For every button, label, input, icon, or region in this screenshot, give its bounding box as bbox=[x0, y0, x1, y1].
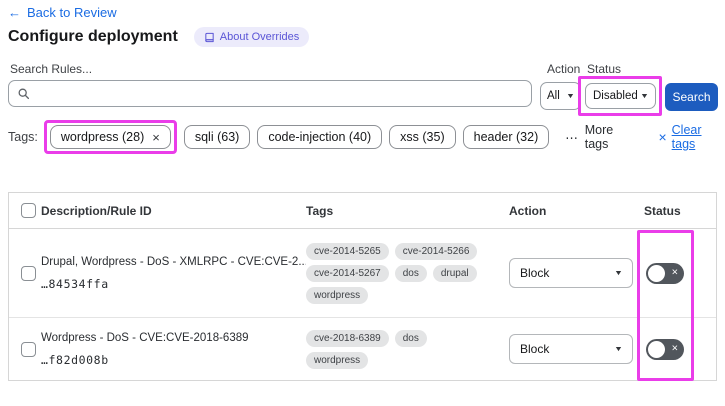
action-dropdown[interactable]: Block ▼ bbox=[509, 258, 633, 288]
tag-filter-sqli[interactable]: sqli (63) bbox=[183, 125, 251, 149]
toggle-knob bbox=[648, 264, 665, 282]
rule-tag: wordpress bbox=[306, 351, 369, 369]
rule-tags-cell: cve-2014-5265 cve-2014-5266 cve-2014-526… bbox=[306, 242, 509, 304]
rule-action-cell: Block ▼ bbox=[509, 334, 644, 364]
tags-filter-bar: Tags: wordpress (28) × sqli (63) code-in… bbox=[8, 120, 725, 154]
table-row: Drupal, Wordpress - DoS - XMLRPC - CVE:C… bbox=[9, 229, 716, 317]
rule-action-cell: Block ▼ bbox=[509, 258, 644, 288]
rule-tags-cell: cve-2018-6389 dos wordpress bbox=[306, 329, 509, 369]
row-checkbox[interactable] bbox=[21, 341, 36, 357]
search-icon bbox=[17, 87, 30, 100]
page-title: Configure deployment bbox=[8, 28, 178, 45]
tag-filter-wordpress[interactable]: wordpress (28) × bbox=[49, 125, 171, 149]
select-all-checkbox[interactable] bbox=[21, 203, 36, 218]
chevron-down-icon: ▼ bbox=[640, 92, 650, 100]
back-link[interactable]: ← Back to Review bbox=[8, 5, 117, 20]
search-button[interactable]: Search bbox=[665, 83, 718, 111]
row-checkbox[interactable] bbox=[21, 265, 36, 281]
about-overrides-label: About Overrides bbox=[219, 31, 300, 43]
about-overrides-badge[interactable]: About Overrides bbox=[193, 27, 310, 47]
rule-description-cell: Drupal, Wordpress - DoS - XMLRPC - CVE:C… bbox=[41, 256, 306, 291]
toggle-off-icon: × bbox=[671, 266, 678, 279]
rule-status-cell: × bbox=[644, 262, 716, 284]
status-filter-dropdown[interactable]: Disabled ▼ bbox=[585, 83, 656, 109]
table-row: Wordpress - DoS - CVE:CVE-2018-6389 …f82… bbox=[9, 317, 716, 380]
more-tags-button[interactable]: ⋯ More tags bbox=[565, 123, 636, 151]
rule-tag: drupal bbox=[432, 264, 477, 282]
tag-filter-xss[interactable]: xss (35) bbox=[389, 125, 456, 149]
chevron-down-icon: ▼ bbox=[614, 269, 624, 277]
rule-tag: cve-2014-5267 bbox=[306, 264, 389, 282]
rule-id: …f82d008b bbox=[41, 352, 109, 367]
tag-filter-header[interactable]: header (32) bbox=[462, 125, 550, 149]
column-header-tags: Tags bbox=[306, 203, 334, 218]
ellipsis-icon: ⋯ bbox=[565, 130, 578, 145]
back-arrow-icon: ← bbox=[8, 5, 21, 20]
rule-tag: cve-2014-5266 bbox=[394, 242, 478, 260]
status-filter-value: Disabled bbox=[593, 90, 638, 102]
rule-description: Wordpress - DoS - CVE:CVE-2018-6389 bbox=[41, 331, 249, 344]
book-icon bbox=[204, 32, 215, 43]
status-toggle-off[interactable]: × bbox=[646, 262, 684, 284]
configure-deployment-page: ← Back to Review Configure deployment Ab… bbox=[0, 0, 725, 406]
status-toggle-off[interactable]: × bbox=[646, 338, 684, 360]
title-row: Configure deployment About Overrides bbox=[8, 27, 310, 47]
rule-tag: cve-2014-5265 bbox=[306, 242, 389, 260]
action-filter-value: All bbox=[547, 90, 560, 102]
tag-filter-code-injection[interactable]: code-injection (40) bbox=[257, 125, 383, 149]
remove-tag-icon[interactable]: × bbox=[152, 131, 160, 144]
search-rules-label: Search Rules... bbox=[10, 62, 93, 76]
rule-tag: wordpress bbox=[306, 286, 369, 304]
status-filter-label: Status bbox=[587, 62, 622, 76]
rule-status-cell: × bbox=[644, 338, 716, 360]
column-header-action: Action bbox=[509, 203, 547, 218]
clear-tags-link[interactable]: × Clear tags bbox=[658, 123, 725, 151]
action-dropdown-value: Block bbox=[520, 266, 550, 280]
search-input-box[interactable] bbox=[8, 80, 532, 107]
rule-tag: dos bbox=[394, 264, 427, 282]
tags-label: Tags: bbox=[8, 130, 38, 144]
rule-description: Drupal, Wordpress - DoS - XMLRPC - CVE:C… bbox=[41, 255, 306, 268]
rule-tag: dos bbox=[394, 329, 427, 347]
rule-tag: cve-2018-6389 bbox=[306, 329, 389, 347]
chevron-down-icon: ▼ bbox=[614, 345, 624, 353]
clear-tags-icon: × bbox=[658, 129, 667, 145]
table-header-row: Description/Rule ID Tags Action Status bbox=[9, 193, 716, 229]
clear-tags-label: Clear tags bbox=[671, 123, 702, 151]
column-header-status: Status bbox=[644, 203, 681, 218]
rule-description-cell: Wordpress - DoS - CVE:CVE-2018-6389 …f82… bbox=[41, 332, 306, 367]
chevron-down-icon: ▼ bbox=[566, 92, 576, 100]
rules-table: Description/Rule ID Tags Action Status D… bbox=[8, 192, 717, 381]
back-link-label: Back to Review bbox=[27, 5, 117, 20]
action-dropdown[interactable]: Block ▼ bbox=[509, 334, 633, 364]
search-input[interactable] bbox=[36, 85, 523, 102]
highlight-box-selected-tag: wordpress (28) × bbox=[43, 120, 177, 154]
action-filter-dropdown[interactable]: All ▼ bbox=[540, 82, 581, 110]
column-header-description: Description/Rule ID bbox=[41, 203, 152, 218]
more-tags-label: More tags bbox=[584, 123, 614, 151]
tag-filter-wordpress-label: wordpress (28) bbox=[60, 130, 145, 144]
toggle-off-icon: × bbox=[671, 342, 678, 355]
action-filter-label: Action bbox=[547, 62, 581, 76]
action-dropdown-value: Block bbox=[520, 342, 550, 356]
toggle-knob bbox=[648, 340, 665, 358]
rule-id: …84534ffa bbox=[41, 276, 109, 291]
